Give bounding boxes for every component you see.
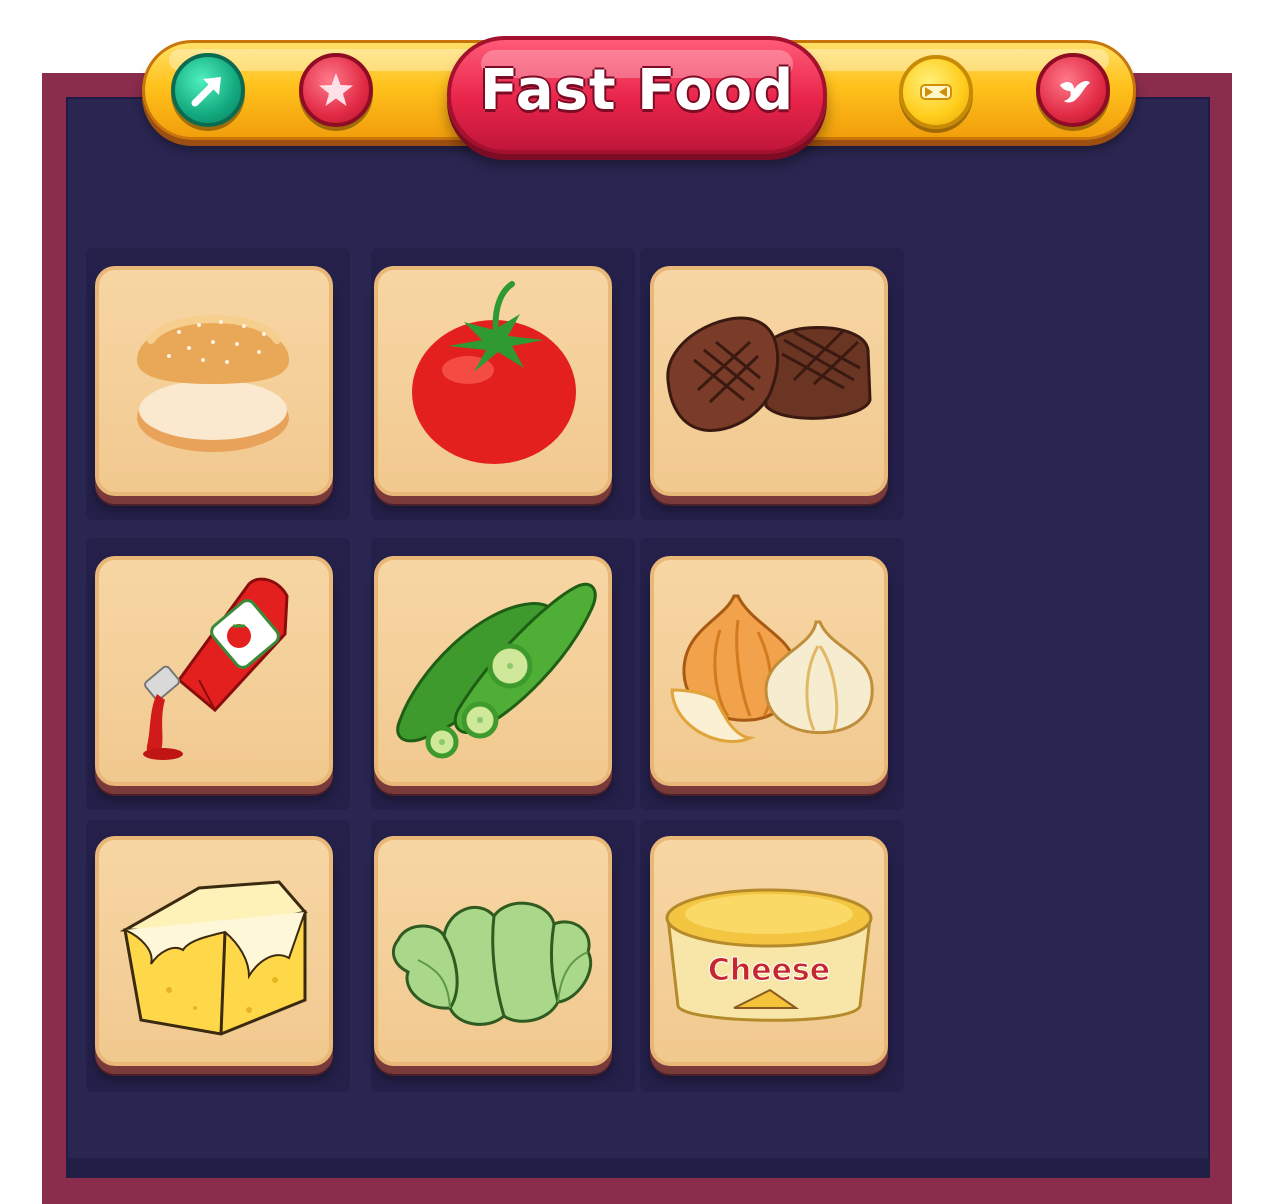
tile-ketchup[interactable] xyxy=(95,556,333,786)
tile-tomato[interactable] xyxy=(374,266,612,496)
tile-cheese[interactable]: Cheese xyxy=(650,836,888,1066)
lettuce-icon xyxy=(391,901,593,1026)
star-icon xyxy=(319,73,353,106)
tile-burger-bun[interactable] xyxy=(95,266,333,496)
board-ledge xyxy=(66,1158,1210,1178)
tomato-icon xyxy=(412,281,576,464)
butter-icon xyxy=(119,880,308,1036)
cucumber-icon xyxy=(396,582,597,759)
onion-icon xyxy=(670,594,874,743)
arrow-icon xyxy=(191,77,221,107)
tile-lettuce[interactable] xyxy=(374,836,612,1066)
tile-steak[interactable] xyxy=(650,266,888,496)
burger-bun-icon xyxy=(137,315,289,452)
steak-icon xyxy=(666,316,872,432)
hint-button[interactable] xyxy=(171,53,245,127)
cheese-label: Cheese xyxy=(708,953,830,988)
title-banner: Fast Food xyxy=(447,36,827,154)
favorite-button[interactable] xyxy=(299,53,373,127)
skip-button[interactable] xyxy=(899,55,973,129)
tile-onion[interactable] xyxy=(650,556,888,786)
bird-button[interactable] xyxy=(1036,53,1110,127)
bird-icon xyxy=(1060,81,1090,103)
skip-icon xyxy=(920,84,952,100)
ketchup-icon xyxy=(143,577,289,760)
tile-butter[interactable] xyxy=(95,836,333,1066)
page-title: Fast Food xyxy=(479,58,795,123)
cheese-tub-icon: Cheese xyxy=(665,888,873,1022)
tile-cucumber[interactable] xyxy=(374,556,612,786)
